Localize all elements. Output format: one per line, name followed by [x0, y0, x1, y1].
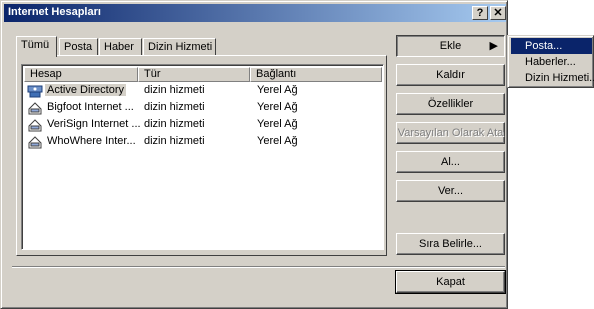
account-name: VeriSign Internet ...	[47, 118, 141, 130]
close-window-button[interactable]: ✕	[490, 6, 506, 20]
menu-item-directory-service[interactable]: Dizin Hizmeti...	[511, 70, 594, 86]
list-item[interactable]: Active Directory dizin hizmeti Yerel Ağ	[24, 83, 380, 99]
column-header-account[interactable]: Hesap	[24, 67, 138, 82]
account-name: Active Directory	[45, 84, 127, 96]
list-item[interactable]: VeriSign Internet ... dizin hizmeti Yere…	[24, 117, 380, 133]
properties-button[interactable]: Özellikler	[396, 93, 505, 115]
list-item[interactable]: WhoWhere Inter... dizin hizmeti Yerel Ağ	[24, 134, 380, 150]
directory-service-icon	[28, 119, 42, 132]
directory-service-icon	[28, 102, 42, 115]
close-button[interactable]: Kapat	[395, 270, 506, 294]
menu-item-mail[interactable]: Posta...	[511, 38, 592, 54]
tab-mail[interactable]: Posta	[59, 38, 98, 56]
set-order-button[interactable]: Sıra Belirle...	[396, 233, 505, 255]
tab-directory-service[interactable]: Dizin Hizmeti	[143, 38, 216, 56]
menu-item-news[interactable]: Haberler...	[511, 54, 592, 70]
account-connection: Yerel Ağ	[257, 101, 298, 113]
add-button[interactable]: Ekle ▶	[396, 35, 505, 57]
title-bar[interactable]: Internet Hesapları ? ✕	[4, 4, 506, 22]
account-type: dizin hizmeti	[144, 135, 205, 147]
window-title: Internet Hesapları	[8, 6, 101, 18]
list-item[interactable]: Bigfoot Internet ... dizin hizmeti Yerel…	[24, 100, 380, 116]
tab-all[interactable]: Tümü	[16, 36, 57, 57]
account-connection: Yerel Ağ	[257, 84, 298, 96]
directory-service-icon	[27, 85, 43, 98]
accounts-list[interactable]: Hesap Tür Bağlantı Active Directory dizi…	[21, 64, 384, 250]
internet-accounts-dialog: Internet Hesapları ? ✕ Tümü Posta Haber …	[0, 0, 508, 309]
divider	[12, 266, 505, 268]
account-name: WhoWhere Inter...	[47, 135, 136, 147]
column-header-connection[interactable]: Bağlantı	[250, 67, 382, 82]
help-button[interactable]: ?	[472, 6, 488, 20]
column-header-type[interactable]: Tür	[138, 67, 250, 82]
export-button[interactable]: Ver...	[396, 180, 505, 202]
account-type: dizin hizmeti	[144, 118, 205, 130]
account-type: dizin hizmeti	[144, 101, 205, 113]
remove-button[interactable]: Kaldır	[396, 64, 505, 86]
account-name: Bigfoot Internet ...	[47, 101, 134, 113]
set-default-button[interactable]: Varsayılan Olarak Ata	[396, 122, 505, 144]
tab-news[interactable]: Haber	[99, 38, 142, 56]
account-type: dizin hizmeti	[144, 84, 205, 96]
add-button-label: Ekle	[439, 40, 462, 52]
account-connection: Yerel Ağ	[257, 135, 298, 147]
directory-service-icon	[28, 136, 42, 149]
import-button[interactable]: Al...	[396, 151, 505, 173]
submenu-arrow-icon: ▶	[489, 40, 498, 52]
account-connection: Yerel Ağ	[257, 118, 298, 130]
add-submenu: Posta... Haberler... Dizin Hizmeti...	[507, 35, 594, 88]
